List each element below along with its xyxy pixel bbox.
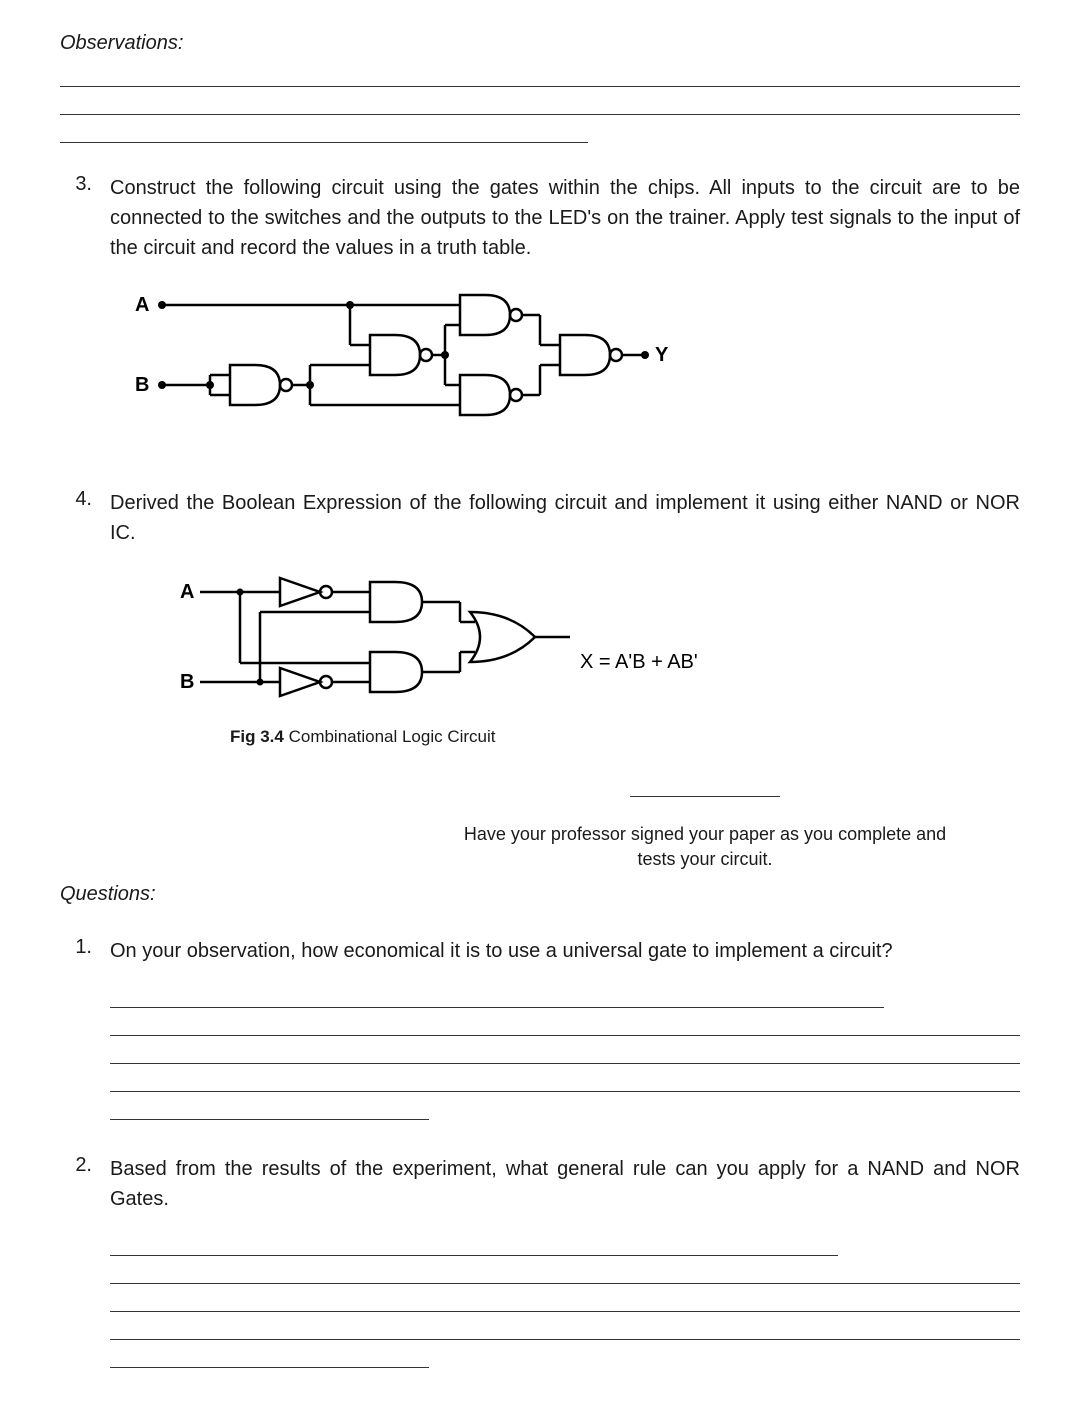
label-b: B <box>180 671 194 693</box>
label-b: B <box>135 374 149 396</box>
blank-line <box>110 1232 838 1256</box>
instruction-note: Have your professor signed your paper as… <box>60 797 1020 873</box>
question-text: Based from the results of the experiment… <box>110 1154 1020 1214</box>
blank-line <box>110 984 884 1008</box>
label-a: A <box>135 294 149 316</box>
blank-line <box>110 1012 1020 1036</box>
blank-line <box>110 1040 1020 1064</box>
item-text: Construct the following circuit using th… <box>110 173 1020 263</box>
circuit-diagram-1: A B <box>110 283 1020 458</box>
blank-line <box>110 1316 1020 1340</box>
note-line-1: Have your professor signed your paper as… <box>464 824 946 844</box>
list-item-4: 4. Derived the Boolean Expression of the… <box>60 488 1020 548</box>
circuit-diagram-2: A B <box>170 568 1020 747</box>
blank-line <box>110 1096 429 1120</box>
figure-title: Combinational Logic Circuit <box>284 727 496 746</box>
observations-heading: Observations: <box>60 32 1020 55</box>
page-content: Observations: 3. Construct the following… <box>0 0 1080 1412</box>
blank-line <box>110 1344 429 1368</box>
blank-line <box>110 1260 1020 1284</box>
figure-number: Fig 3.4 <box>230 727 284 746</box>
list-item-3: 3. Construct the following circuit using… <box>60 173 1020 263</box>
blank-line <box>60 119 588 143</box>
item-number: 1. <box>60 936 110 959</box>
question-2: 2. Based from the results of the experim… <box>60 1154 1020 1372</box>
note-line-2: tests your circuit. <box>637 849 772 869</box>
question-1: 1. On your observation, how economical i… <box>60 936 1020 1124</box>
equation-text: X = A'B + AB' <box>580 651 698 673</box>
blank-line <box>110 1068 1020 1092</box>
signature-line <box>630 796 780 797</box>
blank-line <box>60 91 1020 115</box>
item-number: 3. <box>60 173 110 196</box>
questions-heading: Questions: <box>60 883 1020 906</box>
label-y: Y <box>655 344 669 366</box>
blank-line <box>60 63 1020 87</box>
item-text: Derived the Boolean Expression of the fo… <box>110 488 1020 548</box>
figure-caption: Fig 3.4 Combinational Logic Circuit <box>230 727 1020 747</box>
item-number: 4. <box>60 488 110 511</box>
label-a: A <box>180 581 194 603</box>
item-number: 2. <box>60 1154 110 1177</box>
question-text: On your observation, how economical it i… <box>110 936 1020 966</box>
